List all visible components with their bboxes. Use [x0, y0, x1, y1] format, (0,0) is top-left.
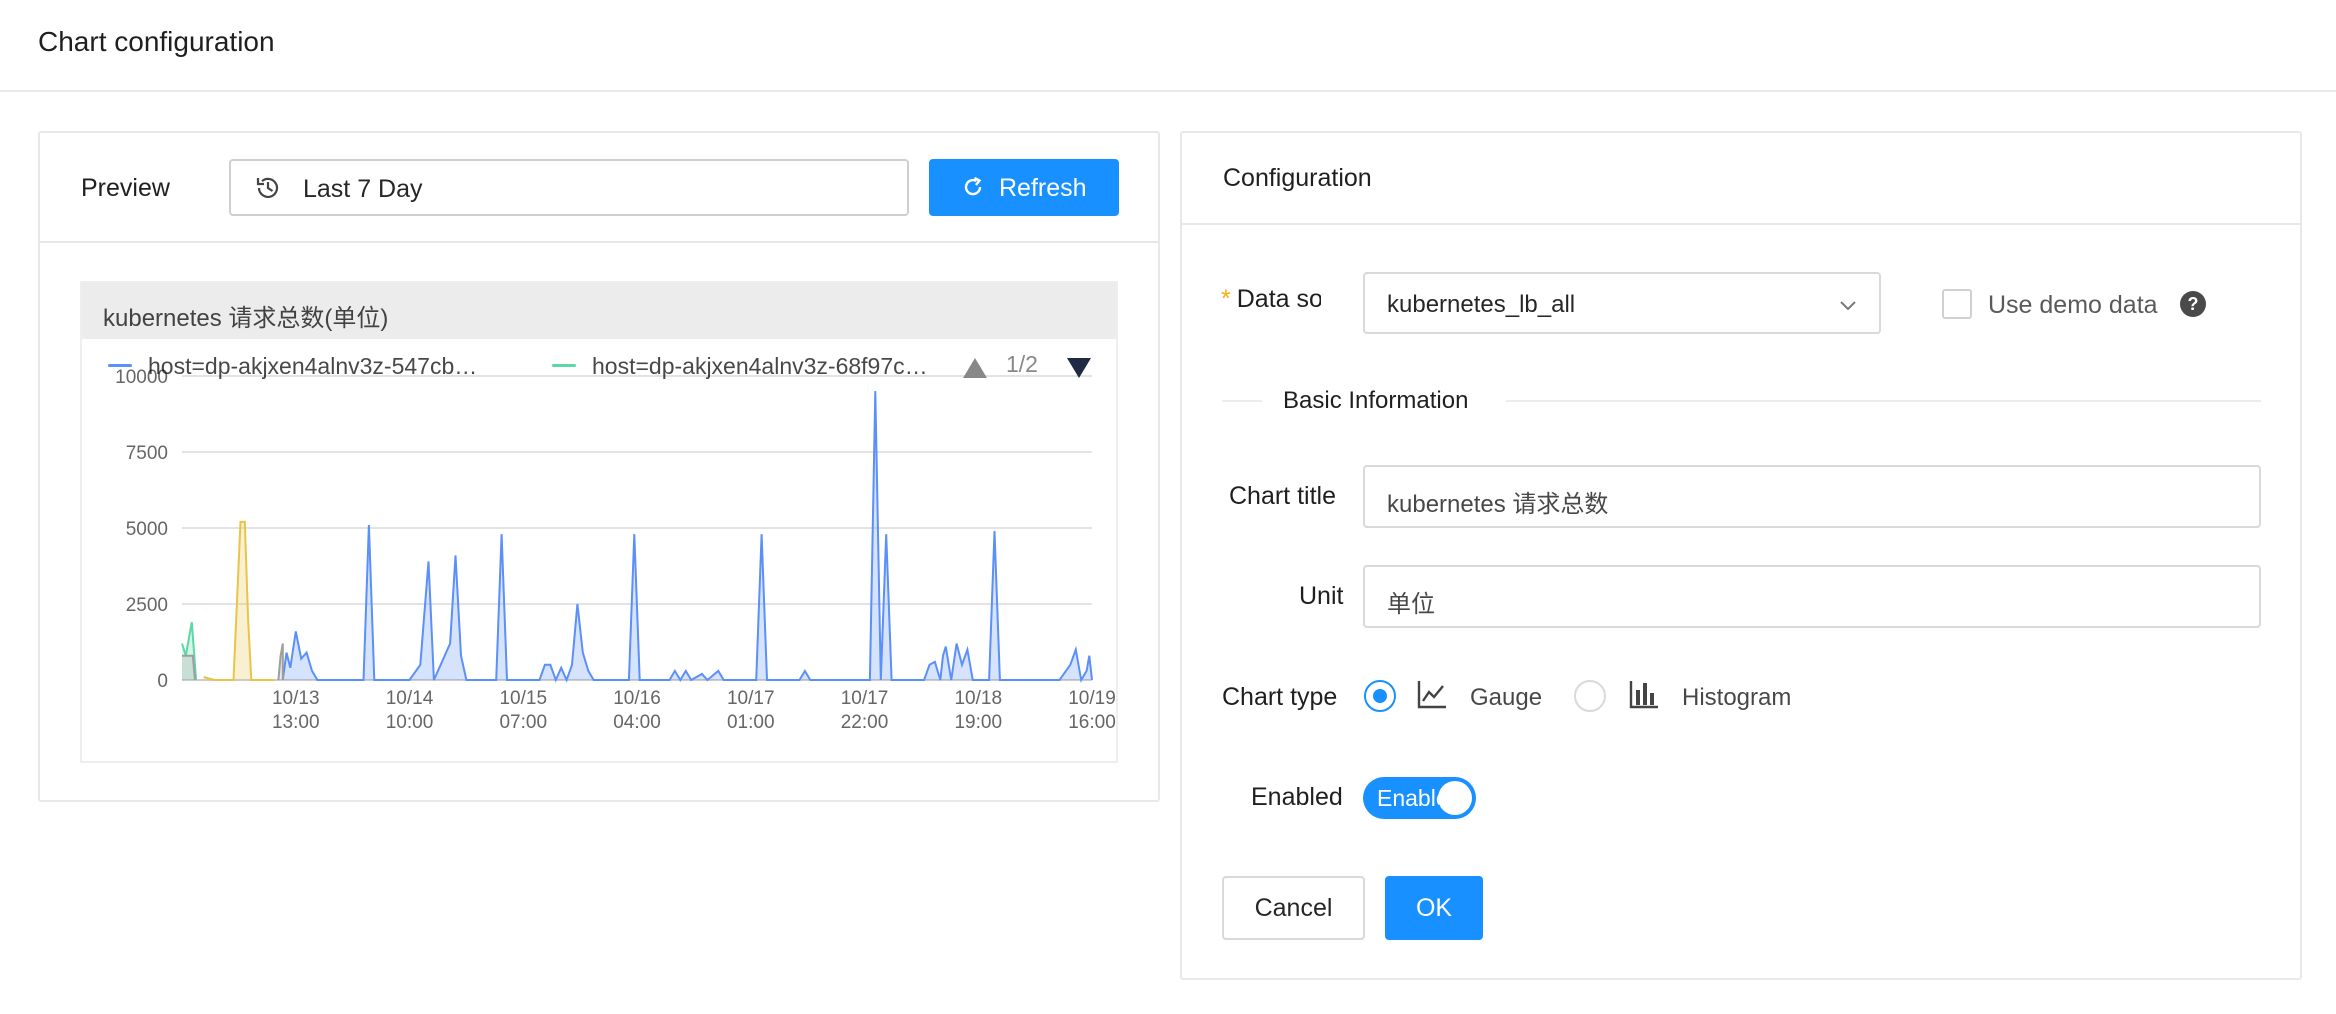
section-divider-right	[1506, 400, 2261, 402]
series-line-1	[281, 391, 1093, 683]
chart-title-value: kubernetes 请求总数	[1387, 491, 1609, 518]
legend-swatch-1	[108, 364, 132, 367]
chart-type-histogram-radio[interactable]	[1574, 680, 1606, 712]
chart-type-gauge-label[interactable]: Gauge	[1470, 684, 1542, 712]
x-tick-label: 10/19	[1068, 688, 1116, 709]
x-tick-label: 10/18	[954, 688, 1002, 709]
time-range-picker[interactable]: Last 7 Day	[229, 159, 909, 216]
chart-type-histogram-label[interactable]: Histogram	[1682, 684, 1791, 712]
configuration-title: Configuration	[1223, 164, 1372, 192]
legend-next-icon[interactable]	[1066, 357, 1092, 379]
x-tick-label: 22:00	[841, 712, 889, 733]
chart-title-input[interactable]: kubernetes 请求总数	[1363, 465, 2261, 528]
x-tick-label: 10/17	[727, 688, 775, 709]
chart-title-label: Chart title	[1229, 482, 1336, 510]
enabled-switch-text: Enabled	[1377, 785, 1439, 811]
legend-item-1[interactable]: host=dp-akjxen4alnv3z-547cb…	[108, 351, 538, 381]
legend-prev-icon[interactable]	[962, 357, 988, 379]
cancel-button[interactable]: Cancel	[1222, 876, 1365, 940]
unit-value: 单位	[1387, 591, 1435, 618]
x-tick-label: 10/17	[841, 688, 889, 709]
page-header: Chart configuration	[0, 0, 2336, 92]
x-tick-label: 19:00	[954, 712, 1002, 733]
refresh-label: Refresh	[999, 174, 1087, 202]
preview-toolbar: Preview Last 7 Day Refresh	[40, 133, 1158, 243]
x-tick-label: 10/13	[272, 688, 320, 709]
chevron-down-icon	[1840, 301, 1856, 311]
y-tick-label: 0	[157, 671, 168, 692]
refresh-button[interactable]: Refresh	[929, 159, 1119, 216]
x-tick-label: 10/15	[499, 688, 547, 709]
data-source-value: kubernetes_lb_all	[1387, 291, 1576, 318]
legend-label-2: host=dp-akjxen4alnv3z-68f97c…	[592, 353, 928, 379]
x-tick-label: 10:00	[386, 712, 434, 733]
help-icon[interactable]: ?	[2180, 291, 2206, 317]
chart-preview-panel: kubernetes 请求总数(单位) 0 2500 5000 7500 10000 10…	[80, 281, 1118, 763]
line-chart-icon	[1417, 681, 1446, 709]
refresh-icon	[964, 176, 982, 196]
use-demo-data-label[interactable]: Use demo data	[1988, 291, 2158, 320]
chart-type-label: Chart type	[1222, 683, 1338, 711]
section-title: Basic Information	[1283, 387, 1469, 414]
section-divider-left	[1222, 400, 1262, 402]
required-asterisk: *	[1221, 285, 1231, 313]
history-icon	[256, 177, 279, 198]
configuration-card: Configuration *Data source kubernetes_lb…	[1180, 131, 2302, 980]
data-source-label-text: Data source	[1236, 285, 1321, 313]
page-title: Chart configuration	[38, 26, 275, 57]
y-tick-label: 5000	[126, 519, 168, 540]
data-source-label: *Data source	[1221, 285, 1321, 319]
preview-label: Preview	[81, 174, 170, 202]
time-range-value: Last 7 Day	[303, 175, 423, 203]
legend-label-1: host=dp-akjxen4alnv3z-547cb…	[148, 353, 478, 379]
configuration-header: Configuration	[1182, 133, 2300, 225]
switch-knob	[1438, 781, 1472, 815]
x-tick-label: 04:00	[613, 712, 661, 733]
y-tick-label: 2500	[126, 595, 168, 616]
y-tick-label: 7500	[126, 443, 168, 464]
enabled-label: Enabled	[1251, 783, 1343, 811]
x-tick-label: 13:00	[272, 712, 320, 733]
unit-input[interactable]: 单位	[1363, 565, 2261, 628]
enabled-switch[interactable]: Enabled	[1363, 777, 1476, 819]
legend-swatch-2	[552, 364, 576, 367]
series-area-1	[282, 391, 1092, 680]
use-demo-data-checkbox[interactable]	[1942, 289, 1972, 319]
unit-label: Unit	[1299, 582, 1344, 610]
x-tick-label: 01:00	[727, 712, 775, 733]
x-tick-label: 07:00	[499, 712, 547, 733]
x-tick-label: 16:00	[1068, 712, 1116, 733]
ok-button[interactable]: OK	[1385, 876, 1483, 940]
x-tick-label: 10/16	[613, 688, 661, 709]
data-source-select[interactable]: kubernetes_lb_all	[1363, 272, 1881, 334]
bar-chart-icon	[1629, 681, 1658, 709]
preview-card: Preview Last 7 Day Refresh kubernetes 请求…	[38, 131, 1160, 802]
legend-item-2[interactable]: host=dp-akjxen4alnv3z-68f97c…	[552, 351, 982, 381]
chart-type-gauge-radio[interactable]	[1364, 680, 1396, 712]
legend-page-indicator: 1/2	[1006, 351, 1038, 377]
x-tick-label: 10/14	[386, 688, 434, 709]
